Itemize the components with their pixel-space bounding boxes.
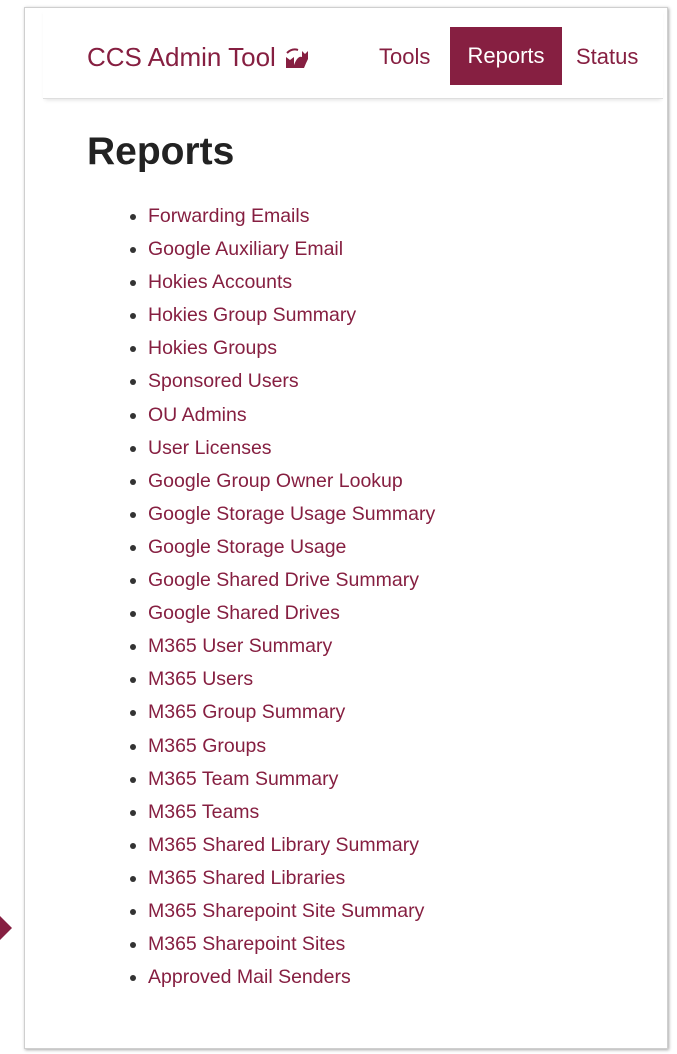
nav-status[interactable]: Status [576,44,638,70]
report-link[interactable]: Google Shared Drives [148,602,340,624]
brand-link[interactable]: CCS Admin Tool [87,42,310,73]
report-link[interactable]: M365 User Summary [148,635,332,657]
navbar: CCS Admin Tool Tools Reports Status [43,8,663,99]
list-item: M365 Shared Libraries [148,862,435,895]
report-link[interactable]: Sponsored Users [148,370,299,392]
report-link[interactable]: Forwarding Emails [148,205,309,227]
report-link[interactable]: Hokies Groups [148,337,277,359]
report-link[interactable]: Approved Mail Senders [148,966,351,988]
report-link[interactable]: M365 Users [148,668,253,690]
list-item: Approved Mail Senders [148,961,435,994]
report-link[interactable]: M365 Shared Libraries [148,867,345,889]
report-link[interactable]: Google Storage Usage [148,536,346,558]
list-item: M365 Group Summary [148,696,435,729]
report-list: Forwarding Emails Google Auxiliary Email… [120,200,435,994]
list-item: Sponsored Users [148,365,435,398]
list-item: M365 Users [148,663,435,696]
report-link[interactable]: Google Auxiliary Email [148,238,343,260]
list-item: Google Shared Drives [148,597,435,630]
list-item: M365 Sharepoint Site Summary [148,895,435,928]
report-link[interactable]: Google Group Owner Lookup [148,470,403,492]
report-link[interactable]: M365 Shared Library Summary [148,834,419,856]
report-link[interactable]: M365 Teams [148,801,259,823]
list-item: M365 Teams [148,796,435,829]
cat-icon [285,47,308,68]
list-item: M365 User Summary [148,630,435,663]
list-item: Forwarding Emails [148,200,435,233]
list-item: Hokies Group Summary [148,299,435,332]
list-item: Google Storage Usage [148,531,435,564]
list-item: Hokies Accounts [148,266,435,299]
list-item: Google Shared Drive Summary [148,564,435,597]
report-link[interactable]: M365 Sharepoint Site Summary [148,900,424,922]
report-link[interactable]: Google Storage Usage Summary [148,503,435,525]
list-item: M365 Team Summary [148,763,435,796]
page-title: Reports [87,130,235,173]
report-link[interactable]: M365 Group Summary [148,701,345,723]
report-link[interactable]: M365 Team Summary [148,768,338,790]
list-item: M365 Shared Library Summary [148,829,435,862]
list-item: Hokies Groups [148,332,435,365]
list-item: OU Admins [148,399,435,432]
nav-reports[interactable]: Reports [450,27,562,85]
report-link[interactable]: M365 Sharepoint Sites [148,933,345,955]
report-link[interactable]: Hokies Group Summary [148,304,356,326]
report-link[interactable]: Google Shared Drive Summary [148,569,419,591]
report-link[interactable]: Hokies Accounts [148,271,292,293]
report-link[interactable]: User Licenses [148,437,272,459]
brand-title: CCS Admin Tool [87,42,276,72]
app-window: CCS Admin Tool Tools Reports Status Repo… [24,7,668,1049]
list-item: Google Auxiliary Email [148,233,435,266]
arrow-right-icon [0,916,12,940]
list-item: M365 Groups [148,730,435,763]
list-item: User Licenses [148,432,435,465]
list-item: Google Storage Usage Summary [148,498,435,531]
nav-tools[interactable]: Tools [379,44,430,70]
report-link[interactable]: OU Admins [148,404,247,426]
list-item: M365 Sharepoint Sites [148,928,435,961]
report-link[interactable]: M365 Groups [148,735,266,757]
list-item: Google Group Owner Lookup [148,465,435,498]
